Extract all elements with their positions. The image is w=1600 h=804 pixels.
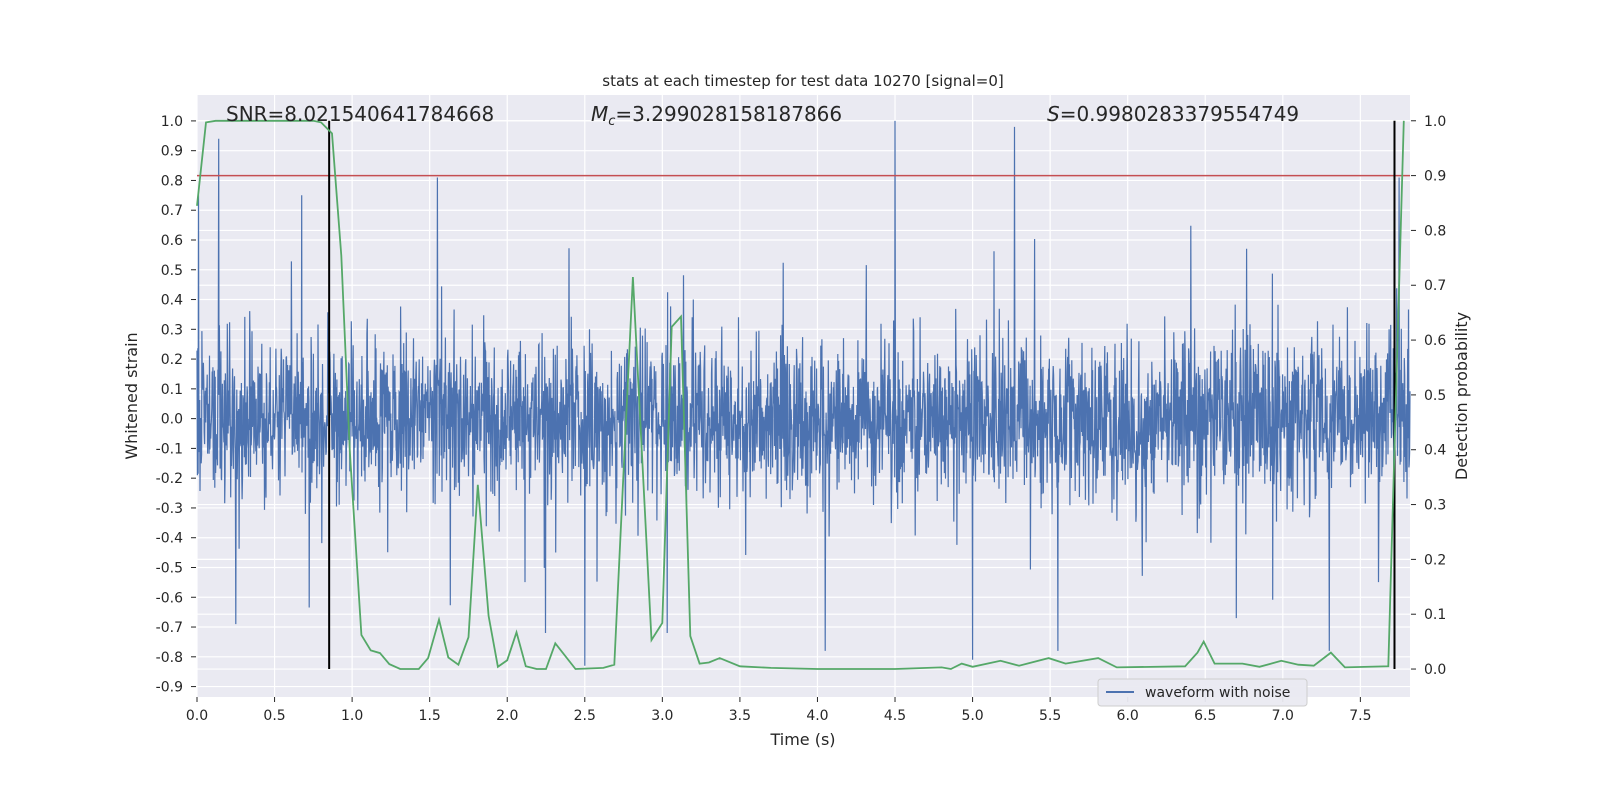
x-tick-label: 3.5 — [729, 708, 751, 724]
x-tick-label: 4.0 — [806, 708, 828, 724]
x-tick-label: 5.5 — [1039, 708, 1061, 724]
y-tick-label: 0.3 — [161, 322, 183, 338]
x-tick-label: 5.0 — [961, 708, 983, 724]
y-right-tick-label: 0.0 — [1424, 662, 1446, 678]
y-right-tick-label: 0.9 — [1424, 169, 1446, 185]
y-right-tick-label: 0.6 — [1424, 333, 1446, 349]
y-tick-label: -0.8 — [156, 650, 183, 666]
y-right-tick-label: 0.2 — [1424, 552, 1446, 568]
y-tick-label: 0.6 — [161, 233, 183, 249]
x-tick-label: 1.0 — [341, 708, 363, 724]
y-tick-label: -0.3 — [156, 501, 183, 517]
y-tick-label: -0.9 — [156, 680, 183, 696]
y-right-tick-label: 0.7 — [1424, 278, 1446, 294]
y-tick-label: -0.4 — [156, 531, 183, 547]
y-tick-label: -0.6 — [156, 590, 183, 606]
x-tick-label: 2.5 — [574, 708, 596, 724]
y-tick-label: -0.2 — [156, 471, 183, 487]
x-tick-label: 2.0 — [496, 708, 518, 724]
y-right-tick-label: 0.8 — [1424, 223, 1446, 239]
chart: 0.0 0.5 1.0 1.5 2.0 2.5 3.0 3.5 4.0 4.5 5.0 5.5 6.0 6… — [122, 72, 1471, 749]
x-tick-label: 0.0 — [186, 708, 208, 724]
y-tick-label: 0.9 — [161, 144, 183, 160]
y-tick-label: 0.4 — [161, 293, 183, 309]
y-tick-label: 0.0 — [161, 412, 183, 428]
y-right-tick-label: 0.5 — [1424, 388, 1446, 404]
y-right-tick-label: 0.1 — [1424, 607, 1446, 623]
x-tick-label: 0.5 — [263, 708, 285, 724]
x-tick-label: 1.5 — [419, 708, 441, 724]
x-axis-label: Time (s) — [769, 730, 835, 749]
y-tick-label: 1.0 — [161, 114, 183, 130]
y-right-tick-label: 1.0 — [1424, 114, 1446, 130]
legend: waveform with noise — [1097, 678, 1308, 707]
y-tick-label: -0.7 — [156, 620, 183, 636]
y-tick-label: 0.2 — [161, 352, 183, 368]
x-tick-label: 7.5 — [1349, 708, 1371, 724]
chart-title: stats at each timestep for test data 102… — [602, 72, 1003, 90]
y-axis-left: 1.0 0.9 0.8 0.7 0.6 0.5 0.4 0.3 0.2 0.1 0.0 -0.1 -0.… — [156, 114, 196, 696]
y-axis-right: 1.0 0.9 0.8 0.7 0.6 0.5 0.4 0.3 0.2 0.1 0.0 — [1411, 114, 1446, 678]
x-tick-label: 7.0 — [1272, 708, 1294, 724]
y-tick-label: 0.1 — [161, 382, 183, 398]
x-tick-label: 4.5 — [884, 708, 906, 724]
x-tick-label: 6.0 — [1117, 708, 1139, 724]
snr-annotation: SNR=8.021540641784668 — [226, 102, 494, 126]
y-tick-label: 0.7 — [161, 203, 183, 219]
y-tick-label: -0.1 — [156, 441, 183, 457]
x-tick-label: 6.5 — [1194, 708, 1216, 724]
y-axis-right-label: Detection probability — [1452, 312, 1471, 480]
y-tick-label: 0.8 — [161, 173, 183, 189]
s-annotation: S=0.9980283379554749 — [1047, 102, 1299, 126]
legend-entry-waveform: waveform with noise — [1145, 685, 1290, 701]
y-right-tick-label: 0.4 — [1424, 443, 1446, 459]
y-tick-label: 0.5 — [161, 263, 183, 279]
x-tick-label: 3.0 — [651, 708, 673, 724]
chirp-mass-annotation: Mc=3.299028158187866 — [591, 102, 842, 129]
y-tick-label: -0.5 — [156, 560, 183, 576]
y-axis-label: Whitened strain — [122, 332, 141, 459]
y-right-tick-label: 0.3 — [1424, 498, 1446, 514]
